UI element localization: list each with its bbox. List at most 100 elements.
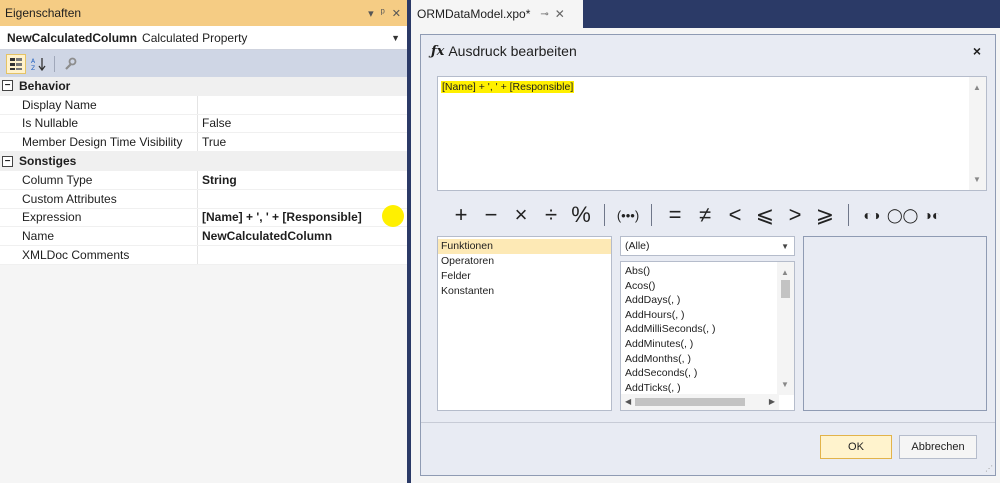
not-equals-operator[interactable]: ≠	[690, 202, 720, 228]
properties-title-bar[interactable]: Eigenschaften ▾ ᵖ ✕	[0, 0, 407, 26]
properties-panel: Eigenschaften ▾ ᵖ ✕ NewCalculatedColumn …	[0, 0, 407, 483]
resize-grip-icon[interactable]: ⋰	[985, 464, 993, 473]
property-row[interactable]: Display Name	[0, 95, 407, 115]
fx-icon: ƒx	[431, 43, 445, 59]
function-item[interactable]: Acos()	[625, 279, 715, 294]
ok-button[interactable]: OK	[820, 435, 892, 459]
category-item[interactable]: Felder	[438, 269, 611, 284]
property-row[interactable]: Is Nullable False	[0, 114, 407, 134]
property-value[interactable]	[198, 96, 202, 114]
property-row[interactable]: Name NewCalculatedColumn	[0, 227, 407, 247]
close-icon[interactable]: ✕	[392, 7, 401, 20]
dialog-title-bar[interactable]: ƒx Ausdruck bearbeiten ×	[421, 35, 995, 67]
function-item[interactable]: Abs()	[625, 264, 715, 279]
property-value[interactable]: False	[198, 115, 231, 133]
property-row[interactable]: Expression [Name] + ', ' + [Responsible]	[0, 208, 407, 228]
category-row[interactable]: − Behavior	[0, 77, 407, 96]
parentheses-operator[interactable]: (•••)	[613, 208, 643, 223]
divide-operator[interactable]: ÷	[536, 202, 566, 228]
property-row[interactable]: Column Type String	[0, 170, 407, 190]
property-row[interactable]: Custom Attributes	[0, 189, 407, 209]
property-name: Expression	[0, 208, 198, 227]
operator-separator	[848, 204, 849, 226]
collapse-icon[interactable]: −	[2, 155, 13, 167]
property-grid: − Behavior Display Name Is Nullable False Mem…	[0, 77, 407, 265]
less-equal-operator[interactable]: ⩽	[750, 202, 780, 228]
expression-editor-dialog: ƒx Ausdruck bearbeiten × [Name] + ', ' +…	[420, 34, 996, 476]
function-item[interactable]: AddDays(, )	[625, 293, 715, 308]
footer-divider	[421, 422, 995, 423]
category-list[interactable]: Funktionen Operatoren Felder Konstanten	[437, 236, 612, 411]
function-item[interactable]: AddMonths(, )	[625, 352, 715, 367]
function-filter-select[interactable]: (Alle) ▼	[620, 236, 795, 256]
property-value[interactable]: True	[198, 133, 226, 151]
function-items: Abs() Acos() AddDays(, ) AddHours(, ) AddMil…	[625, 264, 715, 395]
category-item[interactable]: Operatoren	[438, 254, 611, 269]
tab-label: ORMDataModel.xpo*	[417, 7, 531, 21]
operator-toolbar: + − × ÷% (•••) = ≠ < ⩽ > ⩾ ◐◑ ◯◯ ◑◐	[446, 200, 986, 230]
categorized-icon[interactable]	[6, 53, 26, 74]
highlight-marker	[382, 205, 404, 227]
property-row[interactable]: Member Design Time Visibility True	[0, 133, 407, 153]
scroll-left-icon[interactable]: ◀	[625, 397, 631, 406]
property-value[interactable]: [Name] + ', ' + [Responsible]	[198, 209, 362, 227]
property-row[interactable]: XMLDoc Comments	[0, 246, 407, 265]
property-value[interactable]: NewCalculatedColumn	[198, 227, 332, 245]
chevron-down-icon[interactable]: ▼	[391, 33, 407, 43]
greater-equal-operator[interactable]: ⩾	[810, 202, 840, 228]
category-item[interactable]: Konstanten	[438, 284, 611, 299]
minus-operator[interactable]: −	[476, 202, 506, 228]
property-name: XMLDoc Comments	[0, 246, 198, 264]
panel-dropdown-icon[interactable]: ▾	[368, 7, 374, 20]
scroll-up-icon[interactable]: ▲	[973, 83, 981, 92]
equals-operator[interactable]: =	[660, 202, 690, 228]
function-list-hscrollbar[interactable]: ◀ ▶	[621, 394, 779, 410]
properties-title: Eigenschaften	[5, 6, 82, 20]
category-label: Sonstiges	[19, 154, 77, 169]
object-type: Calculated Property	[142, 30, 248, 45]
pin-icon[interactable]: ᵖ	[381, 7, 385, 20]
close-tab-icon[interactable]: ✕	[555, 7, 565, 21]
wrench-icon[interactable]	[60, 54, 80, 74]
function-list[interactable]: Abs() Acos() AddDays(, ) AddHours(, ) AddMil…	[620, 261, 795, 411]
greater-than-operator[interactable]: >	[780, 202, 810, 228]
property-value[interactable]: String	[198, 171, 237, 189]
hscroll-thumb[interactable]	[635, 398, 745, 406]
property-name: Custom Attributes	[0, 189, 198, 208]
scroll-down-icon[interactable]: ▼	[781, 380, 789, 389]
cancel-button[interactable]: Abbrechen	[899, 435, 977, 459]
scroll-down-icon[interactable]: ▼	[973, 175, 981, 184]
expression-scrollbar[interactable]: ▲ ▼	[969, 77, 986, 190]
scroll-thumb[interactable]	[781, 280, 790, 298]
scroll-up-icon[interactable]: ▲	[781, 268, 789, 277]
category-row[interactable]: − Sonstiges	[0, 152, 407, 171]
plus-operator[interactable]: +	[446, 202, 476, 228]
alphabetical-icon[interactable]: AZ	[29, 54, 49, 74]
modulo-operator[interactable]: %	[566, 202, 596, 228]
dialog-title: Ausdruck bearbeiten	[448, 43, 577, 59]
pin-icon[interactable]: ⊸	[540, 9, 548, 20]
function-item[interactable]: AddMinutes(, )	[625, 337, 715, 352]
tab-ormdatamodel[interactable]: ORMDataModel.xpo* ⊸ ✕	[411, 0, 583, 28]
expression-input[interactable]: [Name] + ', ' + [Responsible] ▲ ▼	[437, 76, 987, 191]
object-selector[interactable]: NewCalculatedColumn Calculated Property …	[0, 26, 407, 50]
and-operator[interactable]: ◐◑	[857, 207, 887, 223]
chevron-down-icon[interactable]: ▼	[781, 242, 789, 251]
or-operator[interactable]: ◯◯	[887, 207, 918, 224]
property-value[interactable]	[198, 246, 202, 264]
dialog-close-icon[interactable]: ×	[973, 43, 981, 59]
function-list-scrollbar[interactable]: ▲ ▼	[777, 262, 794, 395]
property-name: Name	[0, 227, 198, 246]
collapse-icon[interactable]: −	[2, 80, 13, 92]
category-item[interactable]: Funktionen	[438, 239, 611, 254]
property-name: Member Design Time Visibility	[0, 133, 198, 152]
function-item[interactable]: AddSeconds(, )	[625, 366, 715, 381]
less-than-operator[interactable]: <	[720, 202, 750, 228]
scroll-right-icon[interactable]: ▶	[769, 397, 775, 406]
function-item[interactable]: AddHours(, )	[625, 308, 715, 323]
not-operator[interactable]: ◑◐	[917, 207, 947, 223]
multiply-operator[interactable]: ×	[506, 202, 536, 228]
svg-text:Z: Z	[31, 65, 35, 71]
property-value[interactable]	[198, 190, 202, 208]
function-item[interactable]: AddMilliSeconds(, )	[625, 322, 715, 337]
